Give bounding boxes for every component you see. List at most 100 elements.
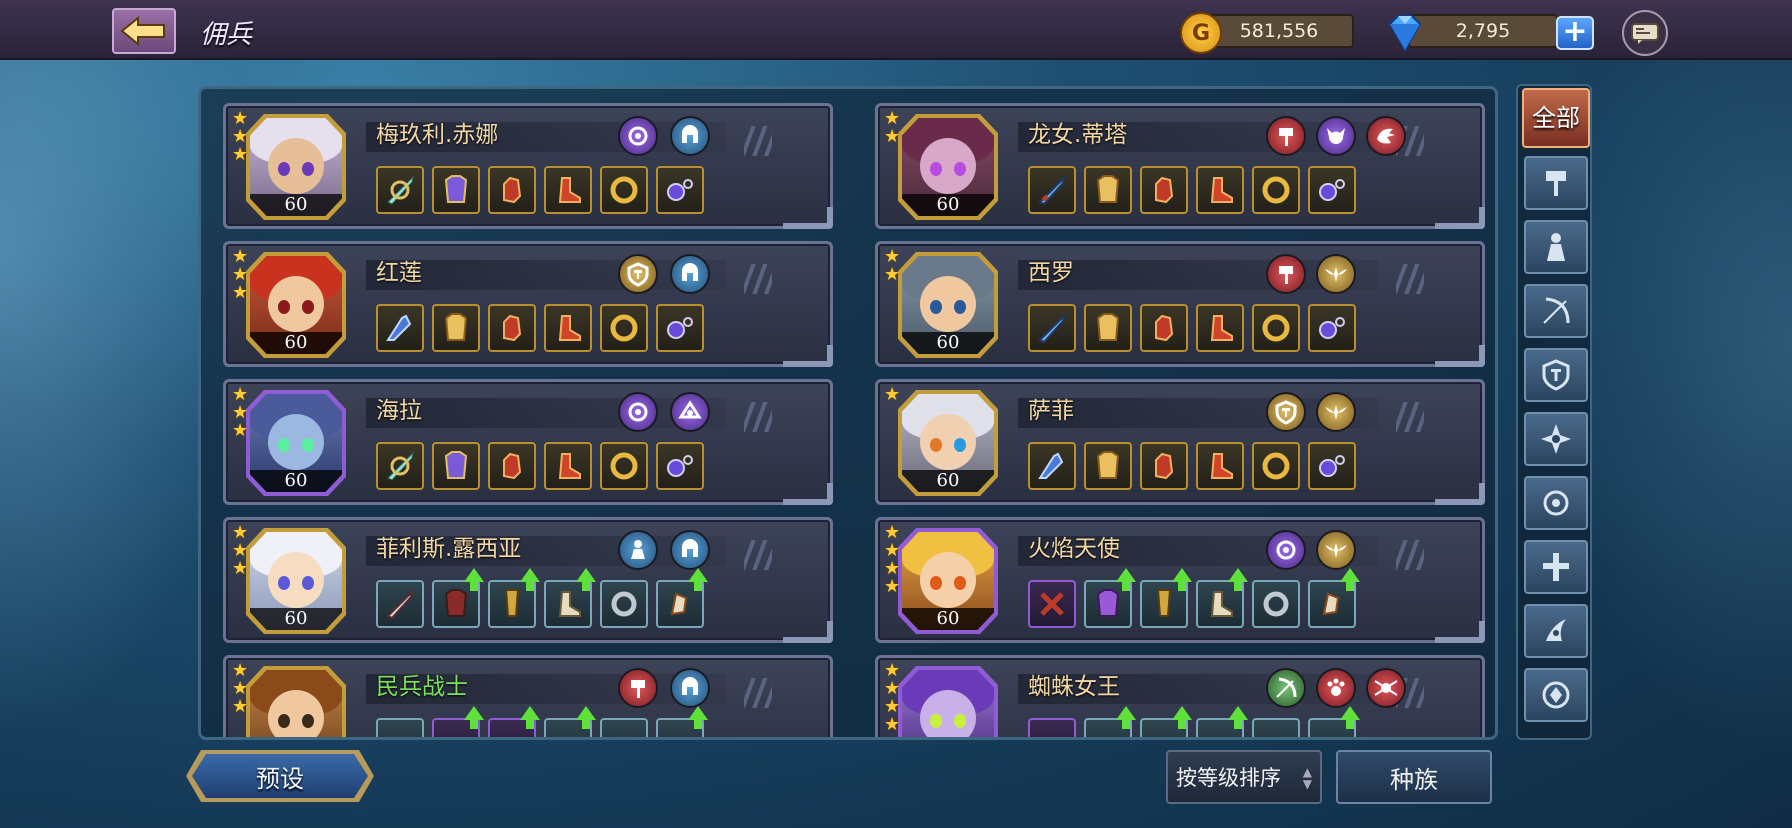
hero-list[interactable]: 60 ★ ★ ★ 梅玖利.赤娜 60 ★ ★ 龙女.蒂塔 60 ★ ★ ★ 红莲… bbox=[198, 86, 1498, 740]
gloves-slot[interactable] bbox=[488, 166, 536, 214]
necklace-slot[interactable] bbox=[1308, 442, 1356, 490]
star-rating: ★ bbox=[884, 384, 901, 405]
armor-slot[interactable] bbox=[432, 706, 484, 737]
filter-shield-button[interactable] bbox=[1524, 348, 1588, 402]
weapon-slot[interactable] bbox=[376, 580, 424, 628]
hero-card[interactable]: 60 ★ ★ ★ 海拉 bbox=[223, 379, 833, 505]
hero-card[interactable]: 60 ★ ★ ★ ★ 火焰天使 bbox=[875, 517, 1485, 643]
boots-slot[interactable] bbox=[1196, 706, 1248, 737]
gold-amount: 581,556 bbox=[1239, 20, 1319, 42]
gloves-slot[interactable] bbox=[488, 706, 540, 737]
armor-slot[interactable] bbox=[1084, 442, 1132, 490]
ring-slot[interactable] bbox=[1252, 580, 1300, 628]
add-gems-button[interactable]: + bbox=[1556, 16, 1594, 50]
ring-slot[interactable] bbox=[1252, 166, 1300, 214]
necklace-slot[interactable] bbox=[1308, 304, 1356, 352]
filter-hammer-button[interactable] bbox=[1524, 156, 1588, 210]
filter-cross-button[interactable] bbox=[1524, 540, 1588, 594]
necklace-slot[interactable] bbox=[656, 568, 708, 628]
armor-slot[interactable] bbox=[1084, 706, 1136, 737]
ring-slot[interactable] bbox=[600, 304, 648, 352]
weapon-slot[interactable] bbox=[376, 304, 424, 352]
necklace-slot[interactable] bbox=[656, 706, 708, 737]
cross-icon bbox=[1543, 553, 1569, 581]
ring-slot[interactable] bbox=[600, 442, 648, 490]
weapon-slot[interactable] bbox=[376, 166, 424, 214]
gloves-slot[interactable] bbox=[488, 568, 540, 628]
card-stripe-decoration bbox=[1396, 540, 1424, 570]
filter-knight-button[interactable] bbox=[1524, 220, 1588, 274]
filter-claw-button[interactable] bbox=[1524, 604, 1588, 658]
hero-card[interactable]: 60 ★ ★ ★ 红莲 bbox=[223, 241, 833, 367]
hero-card[interactable]: 60 ★ ★ 龙女.蒂塔 bbox=[875, 103, 1485, 229]
hero-card[interactable]: ★ ★ ★ 民兵战士 bbox=[223, 655, 833, 737]
boots-slot[interactable] bbox=[1196, 442, 1244, 490]
gloves-slot[interactable] bbox=[1140, 442, 1188, 490]
boots-slot[interactable] bbox=[544, 568, 596, 628]
ring-slot[interactable] bbox=[1252, 304, 1300, 352]
race-button[interactable]: 种族 bbox=[1336, 750, 1492, 804]
boots-slot[interactable] bbox=[1196, 166, 1244, 214]
necklace-slot[interactable] bbox=[1308, 706, 1360, 737]
race-undead-icon bbox=[670, 392, 710, 432]
hero-card[interactable]: 60 ★ ★ 西罗 bbox=[875, 241, 1485, 367]
armor-slot[interactable] bbox=[1084, 166, 1132, 214]
ring-slot[interactable] bbox=[600, 718, 648, 737]
necklace-slot[interactable] bbox=[1308, 166, 1356, 214]
weapon-slot[interactable] bbox=[376, 718, 424, 737]
weapon-slot[interactable] bbox=[376, 442, 424, 490]
gloves-slot[interactable] bbox=[1140, 568, 1192, 628]
gloves-slot[interactable] bbox=[1140, 166, 1188, 214]
boots-slot[interactable] bbox=[544, 706, 596, 737]
preset-button[interactable]: 预设 bbox=[192, 754, 368, 798]
boots-slot[interactable] bbox=[544, 442, 592, 490]
filter-shuriken-button[interactable] bbox=[1524, 412, 1588, 466]
armor-slot[interactable] bbox=[432, 568, 484, 628]
necklace-slot[interactable] bbox=[1308, 568, 1360, 628]
filter-rune-button[interactable] bbox=[1524, 668, 1588, 722]
diamond-icon bbox=[1388, 15, 1422, 53]
hero-card[interactable]: 60 ★ ★ ★ 梅玖利.赤娜 bbox=[223, 103, 833, 229]
mail-button[interactable] bbox=[1622, 10, 1668, 56]
weapon-slot[interactable] bbox=[1028, 442, 1076, 490]
hero-level: 60 bbox=[902, 470, 994, 492]
gloves-slot[interactable] bbox=[488, 304, 536, 352]
boots-slot[interactable] bbox=[544, 166, 592, 214]
back-button[interactable] bbox=[112, 8, 176, 54]
boots-slot[interactable] bbox=[1196, 568, 1248, 628]
armor-slot[interactable] bbox=[1084, 304, 1132, 352]
gloves-slot[interactable] bbox=[488, 442, 536, 490]
plus-icon: + bbox=[1562, 14, 1588, 49]
weapon-slot[interactable] bbox=[1028, 718, 1076, 737]
ring-slot[interactable] bbox=[1252, 718, 1300, 737]
necklace-slot[interactable] bbox=[656, 166, 704, 214]
sort-dropdown[interactable]: 按等级排序 ▲ ▼ bbox=[1166, 750, 1322, 804]
filter-bow-button[interactable] bbox=[1524, 284, 1588, 338]
necklace-slot[interactable] bbox=[656, 442, 704, 490]
filter-panel: 全部 bbox=[1516, 84, 1592, 740]
weapon-slot[interactable] bbox=[1028, 580, 1076, 628]
armor-slot[interactable] bbox=[432, 304, 480, 352]
ring-slot[interactable] bbox=[600, 580, 648, 628]
boots-slot[interactable] bbox=[544, 304, 592, 352]
weapon-slot[interactable] bbox=[1028, 304, 1076, 352]
ring-slot[interactable] bbox=[1252, 442, 1300, 490]
gloves-slot[interactable] bbox=[1140, 706, 1192, 737]
filter-eye-button[interactable] bbox=[1524, 476, 1588, 530]
hero-portrait: 60 bbox=[898, 528, 998, 634]
hero-card[interactable]: ★ ★ ★ ★ 蜘蛛女王 bbox=[875, 655, 1485, 737]
gloves-slot[interactable] bbox=[1140, 304, 1188, 352]
necklace-slot[interactable] bbox=[656, 304, 704, 352]
hammer-icon bbox=[1546, 171, 1566, 196]
race-winged-icon bbox=[1316, 530, 1356, 570]
hero-card[interactable]: 60 ★ 萨菲 bbox=[875, 379, 1485, 505]
armor-slot[interactable] bbox=[432, 442, 480, 490]
armor-slot[interactable] bbox=[1084, 568, 1136, 628]
ring-slot[interactable] bbox=[600, 166, 648, 214]
hero-card[interactable]: 60 ★ ★ ★ 菲利斯.露西亚 bbox=[223, 517, 833, 643]
filter-all-button[interactable]: 全部 bbox=[1522, 88, 1590, 148]
armor-slot[interactable] bbox=[432, 166, 480, 214]
weapon-slot[interactable] bbox=[1028, 166, 1076, 214]
boots-slot[interactable] bbox=[1196, 304, 1244, 352]
hero-level: 60 bbox=[250, 332, 342, 354]
